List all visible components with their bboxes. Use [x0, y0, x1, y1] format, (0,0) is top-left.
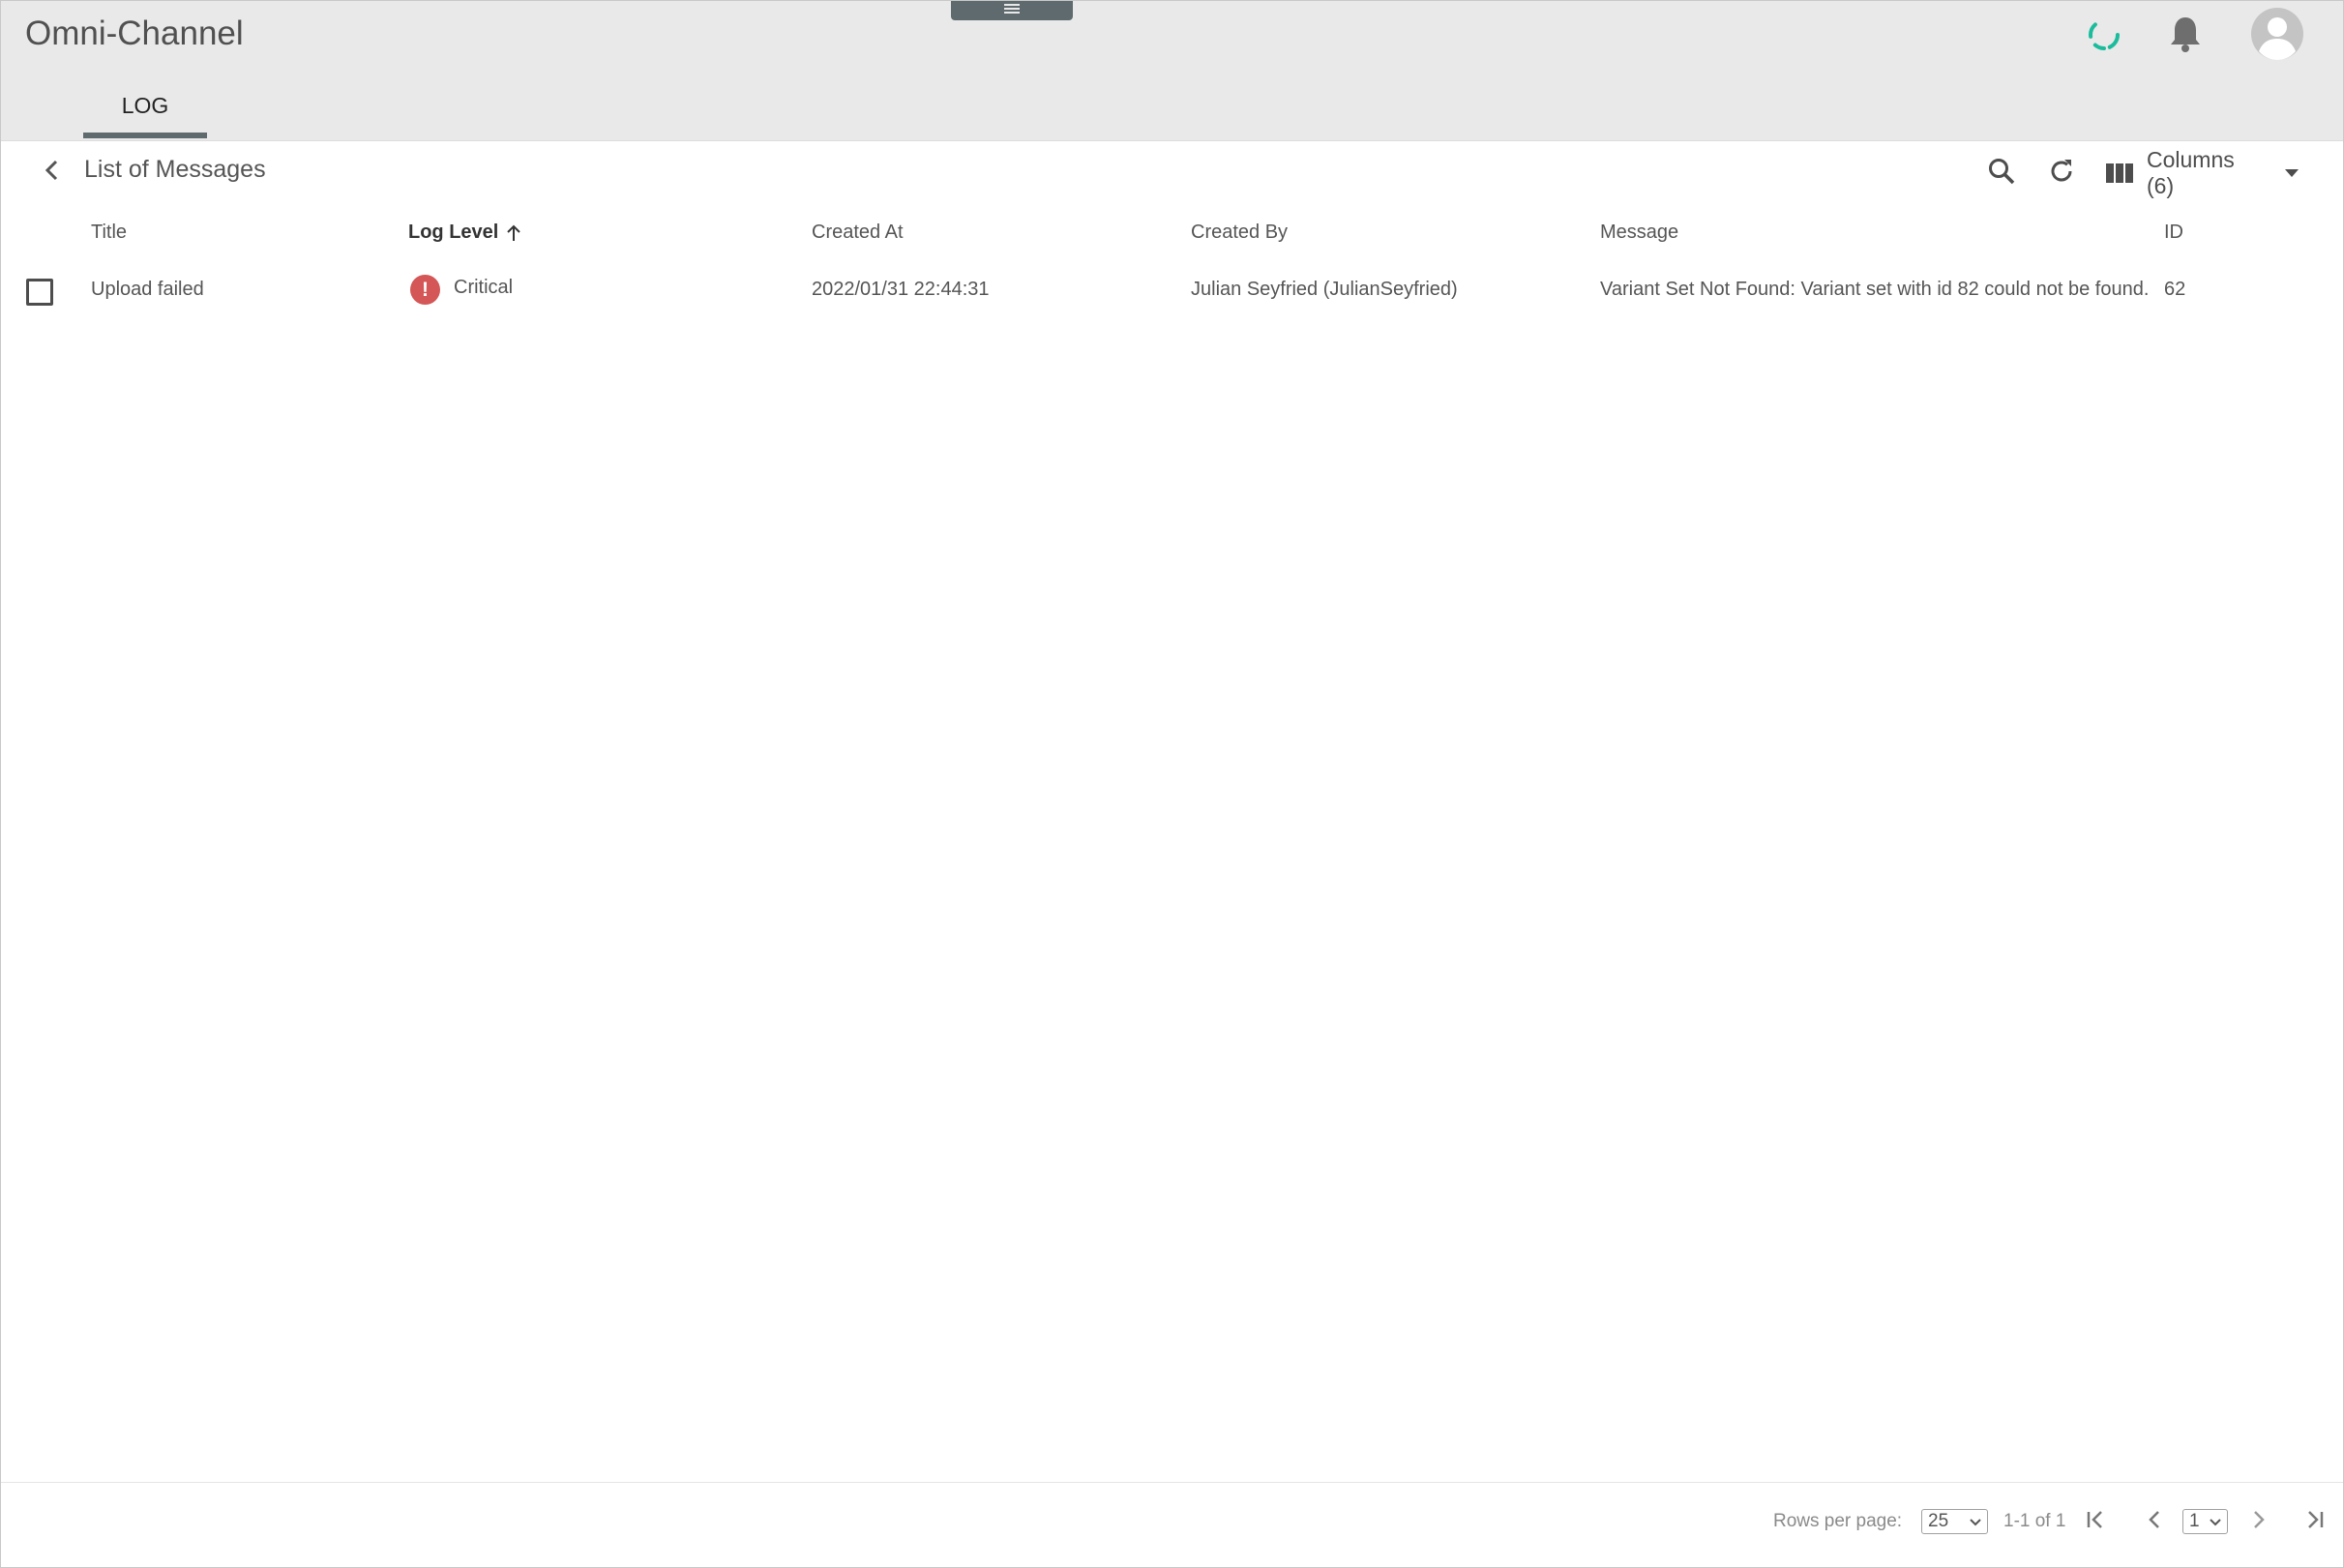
column-header-message[interactable]: Message [1600, 222, 1678, 244]
column-header-created-at[interactable]: Created At [812, 222, 904, 244]
page-value: 1 [2189, 1511, 2200, 1531]
cell-title: Upload failed [91, 279, 204, 300]
sync-spinner-icon [2085, 15, 2123, 54]
columns-icon [2106, 163, 2133, 184]
next-page-button[interactable] [2245, 1508, 2272, 1535]
previous-page-button[interactable] [2141, 1508, 2168, 1535]
notifications-button[interactable] [2166, 15, 2205, 57]
rows-per-page-value: 25 [1928, 1511, 1949, 1531]
footer-divider [1, 1482, 2343, 1483]
chevron-left-icon [43, 159, 62, 187]
cell-message: Variant Set Not Found: Variant set with … [1600, 279, 2150, 300]
row-select-checkbox[interactable] [26, 279, 53, 306]
cell-log-level: Critical [454, 277, 514, 298]
cell-created-by: Julian Seyfried (JulianSeyfried) [1191, 279, 1458, 300]
last-page-button[interactable] [2300, 1508, 2328, 1535]
column-header-title[interactable]: Title [91, 222, 127, 244]
columns-selector[interactable]: Columns (6) [2106, 147, 2299, 198]
tab-log-label: LOG [121, 93, 169, 118]
active-tab-indicator [83, 133, 207, 138]
chevron-left-icon [2147, 1509, 2162, 1535]
cell-created-at: 2022/01/31 22:44:31 [812, 279, 990, 300]
caret-down-icon [2284, 168, 2299, 178]
sort-ascending-icon [506, 224, 521, 242]
tab-log[interactable]: LOG [83, 88, 207, 138]
app-header: Omni-Channel LOG [1, 1, 2343, 141]
columns-label: Columns (6) [2147, 147, 2235, 198]
critical-alert-icon: ! [410, 275, 440, 305]
refresh-button[interactable] [2044, 156, 2079, 191]
refresh-icon [2047, 157, 2076, 191]
rows-per-page-select[interactable]: 25 [1921, 1509, 1988, 1534]
chevron-right-icon [2251, 1509, 2267, 1535]
first-page-button[interactable] [2083, 1508, 2110, 1535]
back-button[interactable] [38, 158, 67, 187]
rows-per-page-label: Rows per page: [1773, 1511, 1903, 1531]
chevron-down-icon [2210, 1511, 2221, 1532]
page-range: 1-1 of 1 [2003, 1511, 2066, 1531]
column-header-id[interactable]: ID [2164, 222, 2183, 244]
last-page-icon [2302, 1509, 2326, 1535]
cell-id: 62 [2164, 279, 2186, 300]
avatar-icon [2250, 7, 2304, 66]
column-header-log-level[interactable]: Log Level [408, 222, 521, 244]
search-icon [1987, 157, 2016, 191]
app-title: Omni-Channel [25, 15, 244, 52]
chevron-down-icon [1970, 1511, 1981, 1532]
bell-icon [2168, 15, 2203, 58]
page-select[interactable]: 1 [2182, 1509, 2228, 1534]
menu-toggle-button[interactable] [951, 1, 1073, 20]
column-header-created-by[interactable]: Created By [1191, 222, 1288, 244]
menu-icon [1004, 2, 1020, 19]
first-page-icon [2085, 1509, 2108, 1535]
app-window: Omni-Channel LOG List of Messages Column… [0, 0, 2344, 1568]
column-header-label: Log Level [408, 222, 499, 243]
list-title: List of Messages [84, 156, 266, 183]
account-button[interactable] [2250, 7, 2304, 66]
search-button[interactable] [1984, 156, 2019, 191]
